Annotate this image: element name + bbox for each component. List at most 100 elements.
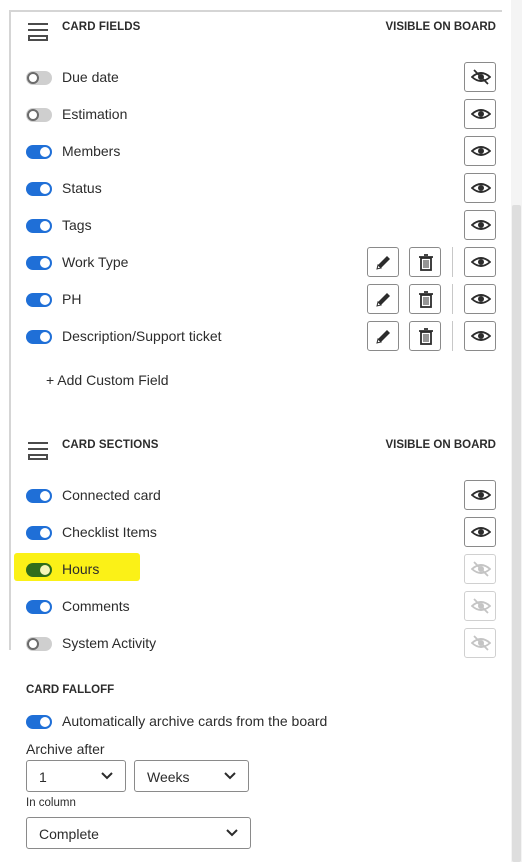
in-column-value: Complete	[39, 826, 99, 842]
eye-icon	[471, 294, 491, 304]
archive-unit-value: Weeks	[147, 769, 190, 785]
card-sections-visible-header: VISIBLE ON BOARD	[385, 439, 496, 451]
field-row-members: Members	[0, 134, 511, 170]
card-sections-section-icon	[26, 440, 50, 460]
field-row-estimation: Estimation	[0, 97, 511, 133]
checklist-items-toggle[interactable]	[26, 526, 52, 540]
due-date-visibility-button[interactable]	[464, 62, 496, 92]
members-visibility-button[interactable]	[464, 136, 496, 166]
tags-label: Tags	[62, 217, 92, 233]
work-type-visibility-button[interactable]	[464, 247, 496, 277]
checklist-items-visibility-button[interactable]	[464, 517, 496, 547]
members-toggle[interactable]	[26, 145, 52, 159]
comments-toggle[interactable]	[26, 600, 52, 614]
tags-visibility-button[interactable]	[464, 210, 496, 240]
ph-edit-button[interactable]	[367, 284, 399, 314]
eye-icon	[471, 183, 491, 193]
eye-icon	[471, 331, 491, 341]
eye-icon	[471, 527, 491, 537]
archive-amount-select[interactable]: 1	[26, 760, 126, 792]
connected-card-label: Connected card	[62, 487, 161, 503]
estimation-visibility-button[interactable]	[464, 99, 496, 129]
field-row-work-type: Work Type	[0, 245, 511, 281]
eye-icon	[471, 146, 491, 156]
section-row-checklist-items: Checklist Items	[0, 515, 511, 551]
card-falloff-title: CARD FALLOFF	[26, 684, 115, 696]
work-type-label: Work Type	[62, 254, 129, 270]
panel-top-border	[10, 10, 502, 12]
trash-icon	[419, 254, 433, 271]
eye-off-icon	[471, 561, 491, 577]
eye-off-icon	[471, 635, 491, 651]
estimation-toggle[interactable]	[26, 108, 52, 122]
chevron-down-icon	[224, 772, 236, 780]
connected-card-toggle[interactable]	[26, 489, 52, 503]
chevron-down-icon	[226, 829, 238, 837]
card-sections-title: CARD SECTIONS	[62, 439, 159, 451]
eye-icon	[471, 220, 491, 230]
chevron-down-icon	[101, 772, 113, 780]
description-support-ticket-visibility-button[interactable]	[464, 321, 496, 351]
status-label: Status	[62, 180, 102, 196]
ph-delete-button[interactable]	[409, 284, 441, 314]
system-activity-toggle[interactable]	[26, 637, 52, 651]
field-row-tags: Tags	[0, 208, 511, 244]
card-fields-title: CARD FIELDS	[62, 21, 141, 33]
eye-icon	[471, 109, 491, 119]
in-column-select[interactable]: Complete	[26, 817, 251, 849]
add-custom-field-button[interactable]: + Add Custom Field	[46, 372, 169, 388]
eye-off-icon	[471, 598, 491, 614]
work-type-toggle[interactable]	[26, 256, 52, 270]
hours-visibility-button	[464, 554, 496, 584]
system-activity-visibility-button	[464, 628, 496, 658]
due-date-toggle[interactable]	[26, 71, 52, 85]
eye-off-icon	[471, 69, 491, 85]
section-row-connected-card: Connected card	[0, 478, 511, 514]
eye-icon	[471, 257, 491, 267]
scrollbar-thumb[interactable]	[512, 205, 521, 862]
connected-card-visibility-button[interactable]	[464, 480, 496, 510]
description-support-ticket-label: Description/Support ticket	[62, 328, 222, 344]
section-row-system-activity: System Activity	[0, 626, 511, 662]
section-row-hours: Hours	[0, 552, 511, 588]
in-column-label: In column	[26, 797, 76, 809]
status-visibility-button[interactable]	[464, 173, 496, 203]
status-toggle[interactable]	[26, 182, 52, 196]
archive-amount-value: 1	[39, 769, 47, 785]
pencil-icon	[376, 330, 390, 344]
comments-visibility-button	[464, 591, 496, 621]
trash-icon	[419, 291, 433, 308]
hours-toggle[interactable]	[26, 563, 52, 577]
checklist-items-label: Checklist Items	[62, 524, 157, 540]
trash-icon	[419, 328, 433, 345]
archive-unit-select[interactable]: Weeks	[134, 760, 249, 792]
description-support-ticket-edit-button[interactable]	[367, 321, 399, 351]
card-fields-visible-header: VISIBLE ON BOARD	[385, 21, 496, 33]
eye-icon	[471, 490, 491, 500]
description-support-ticket-delete-button[interactable]	[409, 321, 441, 351]
members-label: Members	[62, 143, 121, 159]
divider	[452, 284, 453, 314]
field-row-due-date: Due date	[0, 60, 511, 96]
tags-toggle[interactable]	[26, 219, 52, 233]
pencil-icon	[376, 256, 390, 270]
due-date-label: Due date	[62, 69, 119, 85]
work-type-delete-button[interactable]	[409, 247, 441, 277]
ph-toggle[interactable]	[26, 293, 52, 307]
divider	[452, 247, 453, 277]
ph-label: PH	[62, 291, 82, 307]
field-row-description-support-ticket: Description/Support ticket	[0, 319, 511, 355]
auto-archive-toggle[interactable]	[26, 715, 52, 729]
description-support-ticket-toggle[interactable]	[26, 330, 52, 344]
system-activity-label: System Activity	[62, 635, 157, 651]
field-row-status: Status	[0, 171, 511, 207]
card-fields-section-icon	[26, 21, 50, 41]
hours-label: Hours	[62, 561, 100, 577]
estimation-label: Estimation	[62, 106, 128, 122]
section-row-comments: Comments	[0, 589, 511, 625]
pencil-icon	[376, 293, 390, 307]
divider	[452, 321, 453, 351]
work-type-edit-button[interactable]	[367, 247, 399, 277]
comments-label: Comments	[62, 598, 130, 614]
ph-visibility-button[interactable]	[464, 284, 496, 314]
